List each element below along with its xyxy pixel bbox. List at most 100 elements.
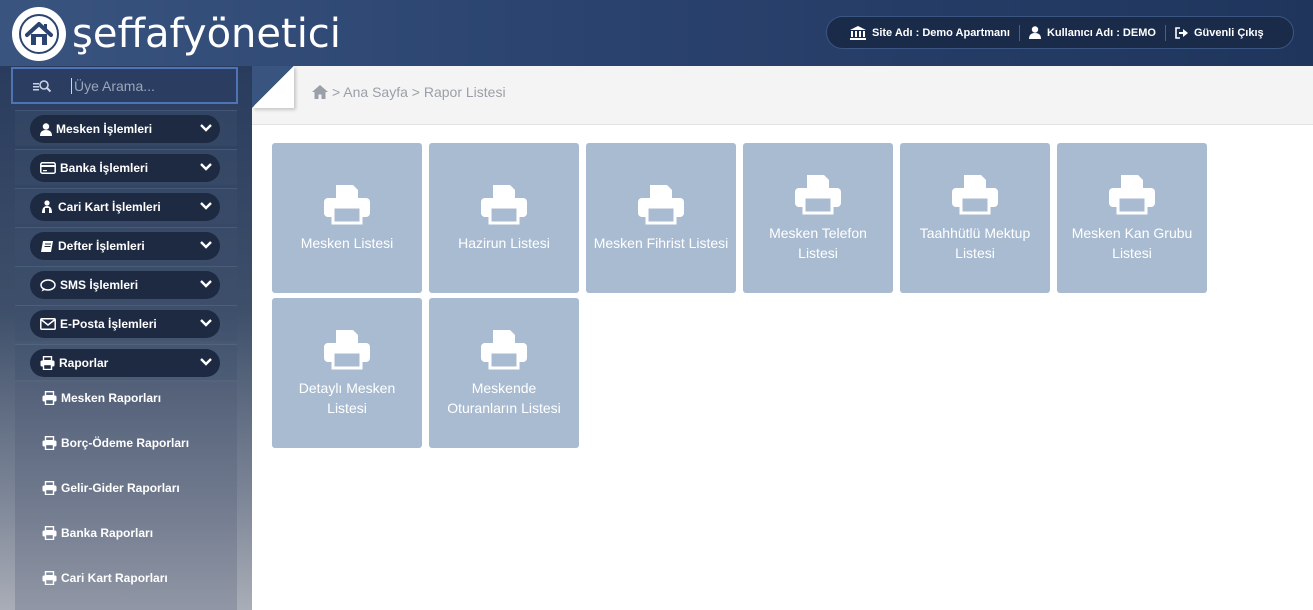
menu-label: Defter İşlemleri (58, 239, 145, 253)
print-icon (324, 330, 370, 370)
logout-label: Güvenli Çıkış (1193, 26, 1264, 39)
user-icon (1028, 26, 1041, 39)
print-icon (42, 571, 57, 585)
print-icon (42, 391, 57, 405)
home-logo-icon (12, 7, 66, 61)
submenu-label: Mesken Raporları (61, 391, 162, 405)
menu-label: Banka İşlemleri (60, 161, 149, 175)
corner-fold (252, 66, 294, 108)
sign-out-icon (1175, 26, 1188, 39)
tile-label: Meskende (471, 380, 537, 396)
menu-label: E-Posta İşlemleri (60, 317, 157, 331)
menu-label: Raporlar (59, 356, 109, 370)
bank-icon (850, 25, 866, 40)
logo[interactable]: şeffafyönetici (12, 7, 341, 61)
print-icon (1109, 175, 1155, 215)
chevron-down-icon (200, 124, 212, 132)
tile-label: Mesken Listesi (300, 235, 394, 251)
top-user-bar: Site Adı : Demo Apartmanı Kullanıcı Adı … (826, 16, 1294, 49)
search-list-icon (13, 79, 71, 93)
chevron-down-icon (200, 202, 212, 210)
print-icon (42, 436, 57, 450)
submenu-label: Borç-Ödeme Raporları (61, 436, 190, 450)
breadcrumb-text[interactable]: > Ana Sayfa > Rapor Listesi (332, 84, 506, 100)
print-icon (40, 356, 55, 370)
menu-row-banka: Banka İşlemleri (15, 149, 237, 185)
user-icon (40, 122, 52, 136)
chevron-down-icon (200, 241, 212, 249)
print-icon (42, 526, 57, 540)
print-icon (481, 185, 527, 225)
tile-label-2: Listesi (955, 245, 995, 261)
member-search (11, 67, 238, 104)
home-icon[interactable] (312, 85, 328, 99)
menu-sms-islemleri[interactable]: SMS İşlemleri (30, 271, 220, 299)
menu-row-eposta: E-Posta İşlemleri (15, 305, 237, 341)
comment-icon (40, 278, 56, 291)
submenu-cari-kart-raporlari[interactable]: Cari Kart Raporları (42, 568, 168, 588)
menu-row-mesken: Mesken İşlemleri (15, 110, 237, 146)
breadcrumb: > Ana Sayfa > Rapor Listesi (312, 84, 506, 100)
users-icon (42, 200, 52, 213)
print-icon (952, 175, 998, 215)
submenu-gelir-gider-raporlari[interactable]: Gelir-Gider Raporları (42, 478, 180, 498)
tile-label: Detaylı Mesken (298, 380, 396, 396)
tile-label: Mesken Kan Grubu (1071, 225, 1193, 241)
tile-mesken-listesi[interactable]: Mesken Listesi (272, 143, 422, 293)
menu-label: Cari Kart İşlemleri (58, 200, 161, 214)
print-icon (638, 185, 684, 225)
chevron-down-icon (200, 358, 212, 366)
menu-label: SMS İşlemleri (60, 278, 139, 292)
tile-label: Hazirun Listesi (458, 235, 550, 251)
credit-card-icon (40, 162, 56, 174)
chevron-down-icon (200, 319, 212, 327)
tile-taahhutlu-mektup-listesi[interactable]: Taahhütlü Mektup Listesi (900, 143, 1050, 293)
chevron-down-icon (200, 280, 212, 288)
tile-label: Taahhütlü Mektup (919, 225, 1031, 241)
tile-label: Mesken Telefon (769, 225, 867, 241)
submenu-mesken-raporlari[interactable]: Mesken Raporları (42, 388, 161, 408)
menu-row-sms: SMS İşlemleri (15, 266, 237, 302)
user-name: Kullanıcı Adı : DEMO (1018, 24, 1165, 41)
tile-mesken-fihrist-listesi[interactable]: Mesken Fihrist Listesi (586, 143, 736, 293)
submenu-label: Banka Raporları (61, 526, 154, 540)
tile-label-2: Listesi (798, 245, 838, 261)
book-icon (41, 240, 53, 252)
tile-mesken-kan-grubu-listesi[interactable]: Mesken Kan Grubu Listesi (1057, 143, 1207, 293)
menu-row-defter: Defter İşlemleri (15, 227, 237, 263)
logo-text: şeffafyönetici (72, 11, 341, 57)
submenu-banka-raporlari[interactable]: Banka Raporları (42, 523, 153, 543)
menu-row-raporlar: Raporlar (15, 344, 237, 380)
search-input[interactable] (71, 77, 221, 94)
tile-label-2: Oturanların Listesi (447, 400, 561, 416)
submenu-borc-odeme-raporlari[interactable]: Borç-Ödeme Raporları (42, 433, 189, 453)
print-icon (795, 175, 841, 215)
site-name-label: Site Adı : Demo Apartmanı (872, 26, 1010, 39)
logout-link[interactable]: Güvenli Çıkış (1164, 24, 1273, 41)
print-icon (324, 185, 370, 225)
menu-label: Mesken İşlemleri (56, 122, 153, 136)
menu-row-cari: Cari Kart İşlemleri (15, 188, 237, 224)
top-header: şeffafyönetici Site Adı : Demo Apartmanı… (0, 0, 1313, 66)
submenu-label: Cari Kart Raporları (61, 571, 168, 585)
menu-raporlar[interactable]: Raporlar (30, 349, 220, 377)
print-icon (481, 330, 527, 370)
tile-mesken-telefon-listesi[interactable]: Mesken Telefon Listesi (743, 143, 893, 293)
print-icon (42, 481, 57, 495)
menu-eposta-islemleri[interactable]: E-Posta İşlemleri (30, 310, 220, 338)
submenu-label: Gelir-Gider Raporları (61, 481, 180, 495)
user-name-label: Kullanıcı Adı : DEMO (1046, 26, 1156, 39)
breadcrumb-bar: > Ana Sayfa > Rapor Listesi (252, 66, 1313, 125)
menu-mesken-islemleri[interactable]: Mesken İşlemleri (30, 115, 220, 143)
tile-detayli-mesken-listesi[interactable]: Detaylı Mesken Listesi (272, 298, 422, 448)
tile-hazirun-listesi[interactable]: Hazirun Listesi (429, 143, 579, 293)
tile-meskende-oturanlarin-listesi[interactable]: Meskende Oturanların Listesi (429, 298, 579, 448)
menu-defter-islemleri[interactable]: Defter İşlemleri (30, 232, 220, 260)
tile-label: Mesken Fihrist Listesi (593, 235, 729, 251)
menu-banka-islemleri[interactable]: Banka İşlemleri (30, 154, 220, 182)
sidebar: Mesken İşlemleri Banka İşlemleri Cari Ka… (0, 66, 252, 610)
tile-label-2: Listesi (1112, 245, 1152, 261)
tile-label-2: Listesi (327, 400, 367, 416)
menu-cari-kart-islemleri[interactable]: Cari Kart İşlemleri (30, 193, 220, 221)
envelope-icon (40, 318, 56, 330)
